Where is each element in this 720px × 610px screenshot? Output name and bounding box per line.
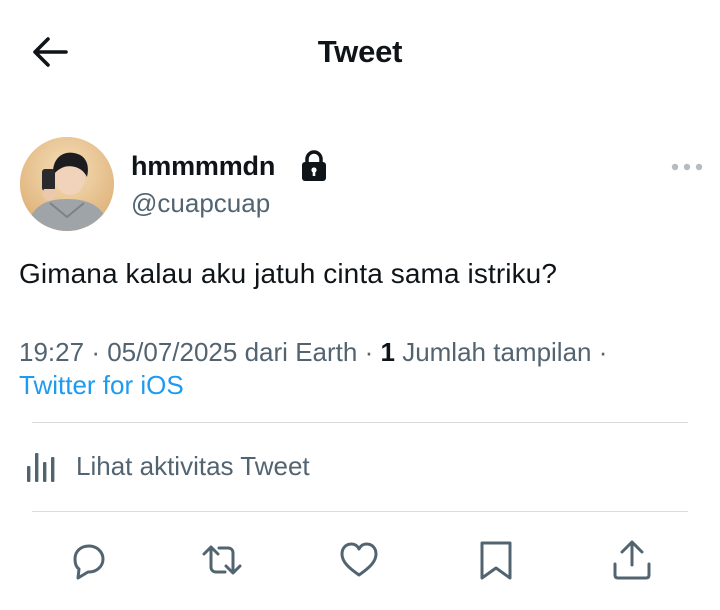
like-button[interactable] [337,538,381,582]
bookmark-button[interactable] [474,538,518,582]
retweet-button[interactable] [200,538,244,582]
heart-icon [340,542,378,577]
tweet-client-link[interactable]: Twitter for iOS [19,370,184,401]
tweet-time[interactable]: 19:27 [19,337,84,367]
meta-separator: · [364,337,374,367]
tweet-date[interactable]: 05/07/2025 [107,337,237,367]
profile-photo [20,137,114,231]
share-icon [613,540,651,580]
location-prefix: dari [244,337,288,367]
tweet-text: Gimana kalau aku jatuh cinta sama istrik… [19,258,558,289]
views-label: Jumlah tampilan [402,337,592,367]
share-button[interactable] [610,538,654,582]
reply-button[interactable] [66,538,110,582]
meta-separator: · [598,337,608,367]
top-bar: Tweet [0,0,720,105]
divider [32,511,688,512]
more-horizontal-icon [671,163,703,171]
page-title: Tweet [317,34,403,69]
display-name[interactable]: hmmmmdn [131,151,275,182]
more-options-button[interactable] [670,160,704,174]
reply-icon [73,544,105,580]
divider [32,422,688,423]
bookmark-icon [480,541,512,580]
meta-separator: · [91,337,100,367]
tweet-metadata: 19:27 · 05/07/2025 dari Earth · 1 Jumlah… [19,337,607,368]
views-count: 1 [380,337,395,367]
username[interactable]: @cuapcuap [131,188,270,219]
lock-icon [300,149,328,183]
bar-chart-icon [27,453,55,482]
tweet-location: Earth [295,337,358,367]
avatar[interactable] [20,137,114,231]
activity-label: Lihat aktivitas Tweet [76,451,310,481]
retweet-icon [202,545,242,575]
view-tweet-activity-button[interactable]: Lihat aktivitas Tweet [24,445,684,489]
